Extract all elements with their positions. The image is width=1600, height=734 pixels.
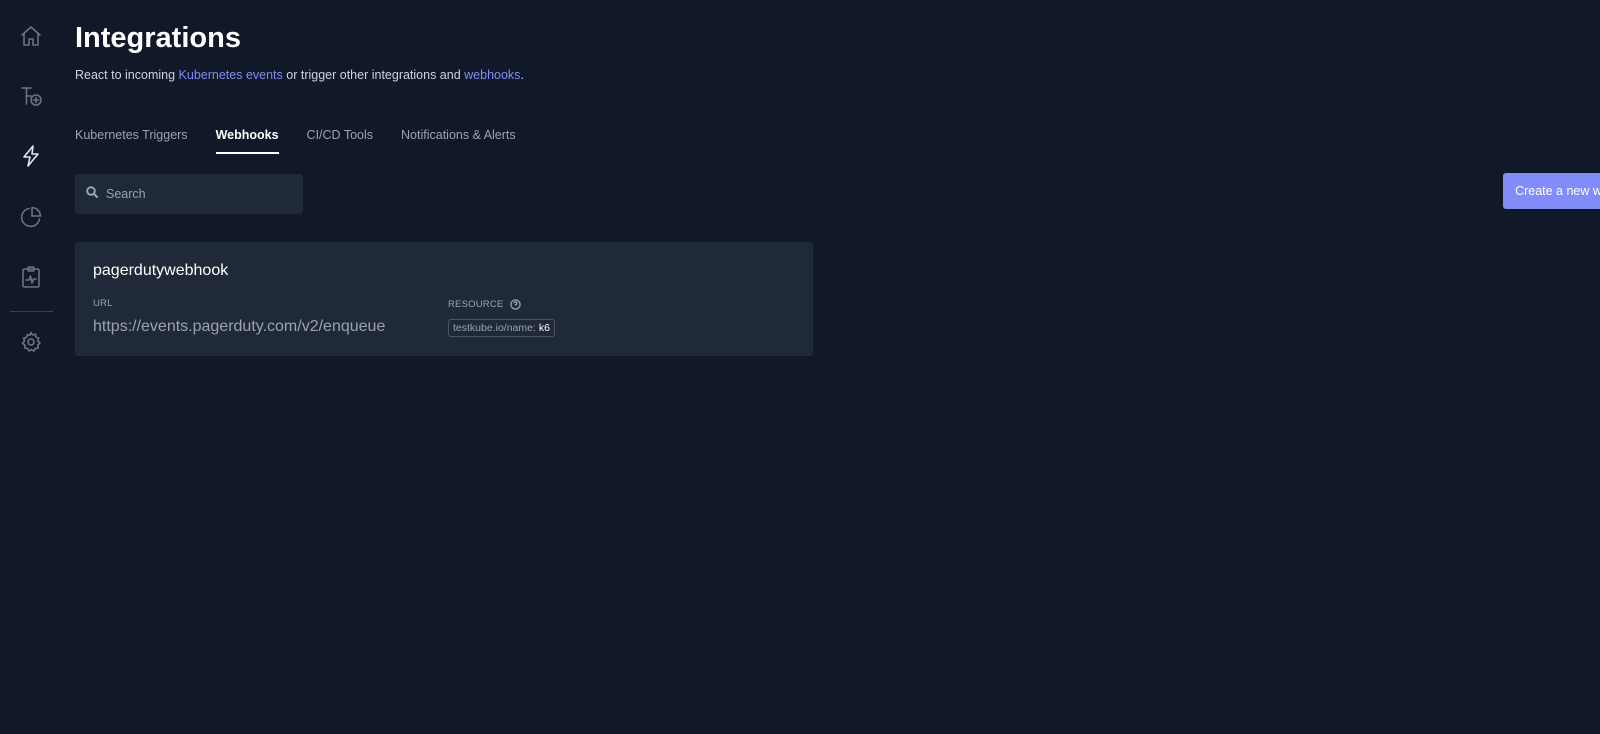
help-circle-icon[interactable] — [510, 299, 522, 310]
search-input[interactable] — [104, 186, 294, 202]
webhooks-link[interactable]: webhooks — [464, 68, 520, 82]
page-subtitle: React to incoming Kubernetes events or t… — [75, 68, 524, 82]
webhook-name[interactable]: pagerdutywebhook — [93, 262, 228, 280]
lightning-icon[interactable] — [19, 144, 43, 168]
resource-tag-value: k6 — [538, 322, 550, 334]
page-title: Integrations — [75, 22, 241, 54]
create-webhook-button[interactable]: Create a new webhook — [1503, 173, 1600, 209]
tab-cicd-tools[interactable]: CI/CD Tools — [307, 128, 373, 154]
resource-label-row: RESOURCE — [448, 299, 522, 311]
tab-bar: Kubernetes Triggers Webhooks CI/CD Tools… — [75, 128, 544, 154]
kubernetes-events-link[interactable]: Kubernetes events — [179, 68, 283, 82]
add-flow-icon[interactable] — [19, 84, 43, 108]
subtitle-prefix: React to incoming — [75, 68, 179, 82]
url-label: URL — [93, 298, 113, 309]
resource-label: RESOURCE — [448, 299, 504, 311]
resource-tag: testkube.io/name: k6 — [448, 319, 555, 337]
search-icon — [86, 185, 98, 203]
search-box[interactable] — [75, 174, 303, 214]
resource-tag-key: testkube.io/name: — [453, 322, 536, 334]
home-icon[interactable] — [19, 24, 43, 48]
pie-chart-icon[interactable] — [19, 205, 43, 229]
sidebar — [0, 0, 62, 734]
tab-notifications-alerts[interactable]: Notifications & Alerts — [401, 128, 516, 154]
sidebar-divider — [10, 311, 53, 312]
subtitle-middle: or trigger other integrations and — [282, 68, 465, 82]
subtitle-suffix: . — [520, 68, 524, 82]
webhook-url: https://events.pagerduty.com/v2/enqueue — [93, 318, 386, 335]
webhook-card[interactable]: pagerdutywebhook URL https://events.page… — [75, 242, 813, 356]
tab-kubernetes-triggers[interactable]: Kubernetes Triggers — [75, 128, 188, 154]
tab-webhooks[interactable]: Webhooks — [215, 128, 279, 154]
clipboard-pulse-icon[interactable] — [19, 265, 43, 289]
gear-icon[interactable] — [19, 330, 43, 354]
